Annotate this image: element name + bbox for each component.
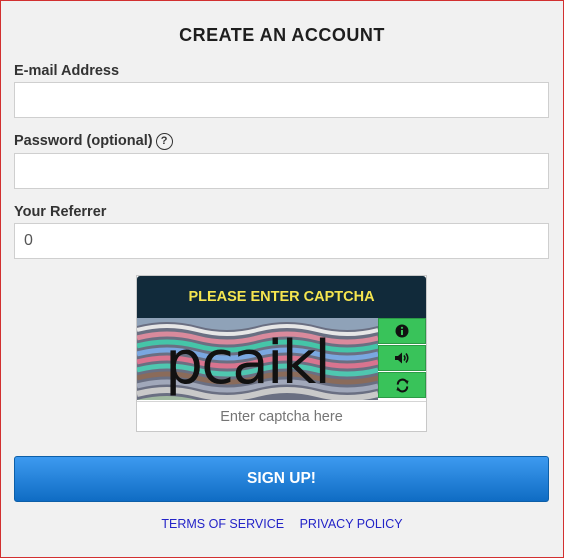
- captcha-input[interactable]: [137, 401, 426, 431]
- refresh-icon: [395, 378, 409, 392]
- audio-icon: [395, 352, 409, 364]
- footer-links: TERMS OF SERVICE PRIVACY POLICY: [1, 517, 563, 531]
- form-title: CREATE AN ACCOUNT: [179, 25, 385, 45]
- email-label: E-mail Address: [14, 63, 120, 79]
- referrer-label: Your Referrer: [14, 204, 107, 220]
- captcha-heading: PLEASE ENTER CAPTCHA: [137, 276, 426, 318]
- captcha-audio-button[interactable]: [378, 345, 426, 371]
- info-icon: [395, 324, 409, 338]
- captcha-box: PLEASE ENTER CAPTCHA pcaikl: [136, 275, 427, 432]
- captcha-buttons: [378, 318, 426, 399]
- captcha-refresh-button[interactable]: [378, 372, 426, 398]
- terms-of-service-link[interactable]: TERMS OF SERVICE: [161, 517, 284, 531]
- password-input[interactable]: [14, 153, 549, 189]
- password-label: Password (optional): [14, 133, 153, 149]
- referrer-input[interactable]: [14, 223, 549, 259]
- captcha-image: pcaikl: [137, 318, 378, 400]
- captcha-info-button[interactable]: [378, 318, 426, 344]
- sign-up-button[interactable]: SIGN UP!: [14, 456, 549, 502]
- password-label-row: Password (optional)?: [14, 133, 173, 150]
- signup-form: CREATE AN ACCOUNT E-mail Address Passwor…: [0, 0, 564, 558]
- captcha-image-text: pcaikl: [165, 328, 329, 398]
- help-icon[interactable]: ?: [155, 133, 173, 150]
- email-input[interactable]: [14, 82, 549, 118]
- privacy-policy-link[interactable]: PRIVACY POLICY: [300, 517, 403, 531]
